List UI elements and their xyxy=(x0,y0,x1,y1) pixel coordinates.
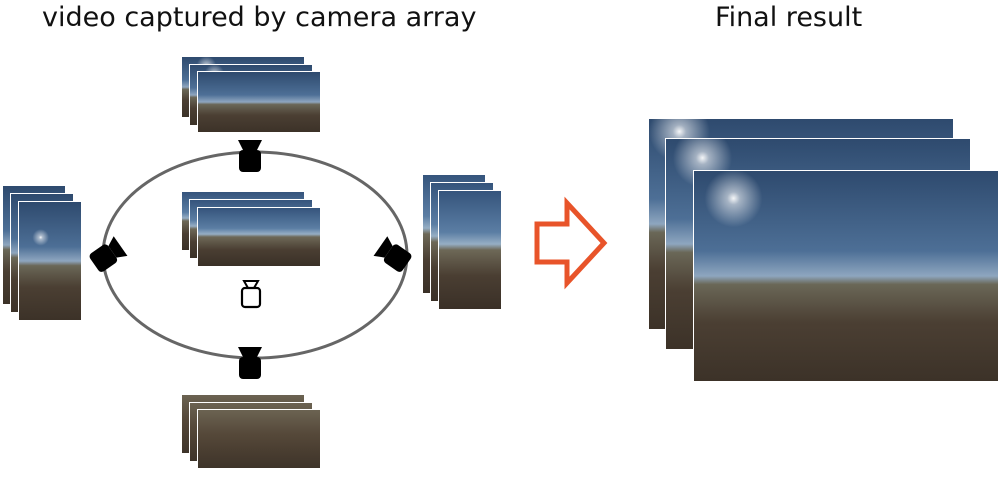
right-arrow-icon xyxy=(534,196,608,290)
video-frame xyxy=(197,207,321,267)
camera-icon xyxy=(238,140,262,172)
video-frame xyxy=(18,201,82,321)
viewer-camera-icon xyxy=(240,280,262,309)
video-frame xyxy=(438,190,502,310)
camera-icon xyxy=(238,347,262,379)
camera-icon xyxy=(89,236,128,272)
video-frame xyxy=(197,71,321,133)
video-frame xyxy=(197,409,321,469)
camera-icon xyxy=(373,236,412,272)
video-frame xyxy=(693,170,999,382)
